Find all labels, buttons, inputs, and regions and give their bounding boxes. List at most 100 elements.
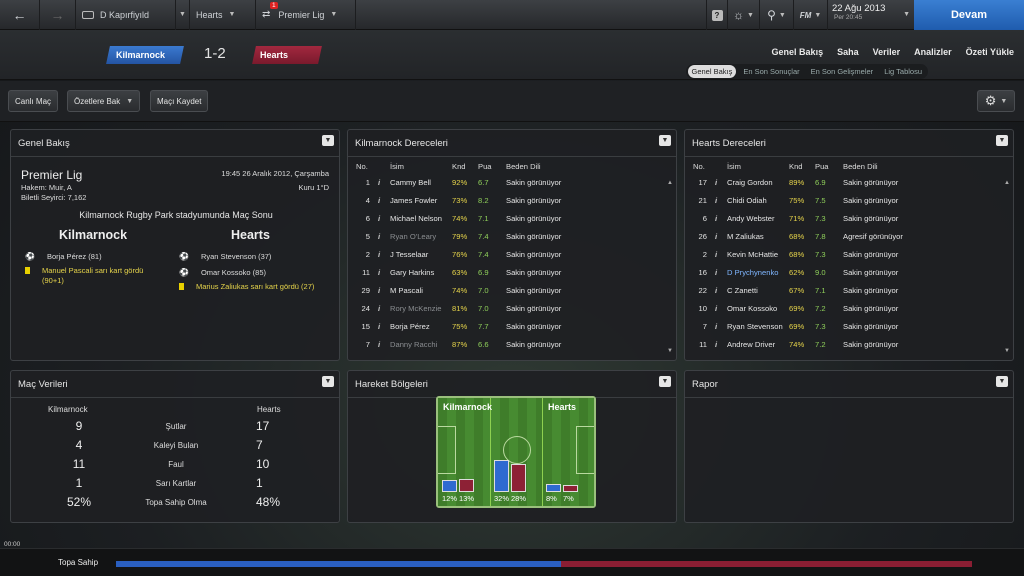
player-name[interactable]: Ryan Stevenson xyxy=(725,317,787,335)
info-icon[interactable]: i xyxy=(713,299,725,317)
player-name[interactable]: J Tesselaar xyxy=(388,245,450,263)
nav-pitch[interactable]: Saha xyxy=(837,47,859,57)
panel-menu-button[interactable]: ▼ xyxy=(322,135,334,146)
table-row[interactable]: 5 i Ryan O'Leary 79% 7.4 Sakin görünüyor xyxy=(354,227,604,245)
team-dropdown[interactable]: ▼ xyxy=(176,0,190,30)
info-icon[interactable]: i xyxy=(376,281,388,299)
scrollbar[interactable]: ▲ ▼ xyxy=(1004,180,1010,360)
player-name[interactable]: M Zaliukas xyxy=(725,227,787,245)
table-row[interactable]: 11 i Andrew Driver 74% 7.2 Sakin görünüyor xyxy=(691,335,941,353)
table-row[interactable]: 22 i C Zanetti 67% 7.1 Sakin görünüyor xyxy=(691,281,941,299)
table-row[interactable]: 10 i Omar Kossoko 69% 7.2 Sakin görünüyor xyxy=(691,299,941,317)
help-button[interactable]: ? xyxy=(706,0,728,30)
panel-menu-button[interactable]: ▼ xyxy=(322,376,334,387)
subtab-latest-news[interactable]: En Son Gelişmeler xyxy=(807,65,878,78)
player-name[interactable]: Ryan O'Leary xyxy=(388,227,450,245)
player-name[interactable]: Gary Harkins xyxy=(388,263,450,281)
subtab-latest-results[interactable]: En Son Sonuçlar xyxy=(739,65,803,78)
col-name[interactable]: İsim xyxy=(388,160,450,173)
player-name[interactable]: Kevin McHattie xyxy=(725,245,787,263)
league-menu[interactable]: ⇄ 1 Premier Lig ▼ xyxy=(256,0,356,30)
search-button[interactable]: ⚲ ▼ xyxy=(760,0,794,30)
nav-upload-highlights[interactable]: Özeti Yükle xyxy=(966,47,1014,57)
player-name[interactable]: Craig Gordon xyxy=(725,173,787,191)
subtab-overview[interactable]: Genel Bakış xyxy=(687,65,737,78)
player-name[interactable]: Rory McKenzie xyxy=(388,299,450,317)
save-match-button[interactable]: Maçı Kaydet xyxy=(150,90,209,112)
panel-menu-button[interactable]: ▼ xyxy=(659,135,671,146)
info-icon[interactable]: i xyxy=(376,263,388,281)
table-row[interactable]: 6 i Andy Webster 71% 7.3 Sakin görünüyor xyxy=(691,209,941,227)
date-display[interactable]: 22 Ağu 2013 Per 20:45 xyxy=(832,3,912,21)
col-rating[interactable]: Pua xyxy=(813,160,841,173)
info-icon[interactable]: i xyxy=(713,245,725,263)
table-row[interactable]: 6 i Michael Nelson 74% 7.1 Sakin görünüyor xyxy=(354,209,604,227)
panel-menu-button[interactable]: ▼ xyxy=(996,376,1008,387)
table-row[interactable]: 15 i Borja Pérez 75% 7.7 Sakin görünüyor xyxy=(354,317,604,335)
table-row[interactable]: 2 i Kevin McHattie 68% 7.3 Sakin görünüyor xyxy=(691,245,941,263)
player-name[interactable]: Andrew Driver xyxy=(725,335,787,353)
table-row[interactable]: 17 i Craig Gordon 89% 6.9 Sakin görünüyor xyxy=(691,173,941,191)
settings-button[interactable]: ⚙ ▼ xyxy=(977,90,1015,112)
info-icon[interactable]: i xyxy=(376,173,388,191)
table-row[interactable]: 26 i M Zaliukas 68% 7.8 Agresif görünüyor xyxy=(691,227,941,245)
table-row[interactable]: 24 i Rory McKenzie 81% 7.0 Sakin görünüyor xyxy=(354,299,604,317)
col-name[interactable]: İsim xyxy=(725,160,787,173)
info-icon[interactable]: i xyxy=(713,263,725,281)
col-no[interactable]: No. xyxy=(691,160,713,173)
globe-button[interactable]: ☼ ▼ xyxy=(728,0,760,30)
player-name[interactable]: Danny Racchi xyxy=(388,335,450,353)
subtab-league-table[interactable]: Lig Tablosu xyxy=(880,65,926,78)
view-highlights-button[interactable]: Özetlere Bak ▼ xyxy=(67,90,141,112)
col-rating[interactable]: Pua xyxy=(476,160,504,173)
forward-button[interactable]: → xyxy=(40,0,76,30)
info-icon[interactable]: i xyxy=(376,245,388,263)
table-row[interactable]: 7 i Ryan Stevenson 69% 7.3 Sakin görünüyor xyxy=(691,317,941,335)
player-name[interactable]: Chidi Odiah xyxy=(725,191,787,209)
panel-menu-button[interactable]: ▼ xyxy=(659,376,671,387)
fm-menu-button[interactable]: FM ▼ xyxy=(794,0,828,30)
table-row[interactable]: 16 i D Prychynenko 62% 9.0 Sakin görünüyor xyxy=(691,263,941,281)
home-team-badge[interactable]: Kilmarnock xyxy=(106,46,184,64)
info-icon[interactable]: i xyxy=(713,191,725,209)
col-condition[interactable]: Knd xyxy=(450,160,476,173)
player-name[interactable]: Cammy Bell xyxy=(388,173,450,191)
info-icon[interactable]: i xyxy=(376,299,388,317)
player-name[interactable]: D Prychynenko xyxy=(725,263,787,281)
info-icon[interactable]: i xyxy=(713,317,725,335)
info-icon[interactable]: i xyxy=(376,227,388,245)
info-icon[interactable]: i xyxy=(713,173,725,191)
competition-menu[interactable]: Hearts ▼ xyxy=(190,0,256,30)
table-row[interactable]: 11 i Gary Harkins 63% 6.9 Sakin görünüyor xyxy=(354,263,604,281)
info-icon[interactable]: i xyxy=(713,335,725,353)
info-icon[interactable]: i xyxy=(376,335,388,353)
nav-stats[interactable]: Veriler xyxy=(873,47,901,57)
panel-menu-button[interactable]: ▼ xyxy=(996,135,1008,146)
info-icon[interactable]: i xyxy=(713,281,725,299)
nav-analysis[interactable]: Analizler xyxy=(914,47,952,57)
player-name[interactable]: Borja Pérez xyxy=(388,317,450,335)
col-no[interactable]: No. xyxy=(354,160,376,173)
continue-button[interactable]: Devam xyxy=(914,0,1024,30)
player-name[interactable]: M Pascali xyxy=(388,281,450,299)
player-name[interactable]: C Zanetti xyxy=(725,281,787,299)
info-icon[interactable]: i xyxy=(376,317,388,335)
player-name[interactable]: Omar Kossoko xyxy=(725,299,787,317)
table-row[interactable]: 21 i Chidi Odiah 75% 7.5 Sakin görünüyor xyxy=(691,191,941,209)
chevron-down-icon[interactable]: ▼ xyxy=(903,11,910,18)
info-icon[interactable]: i xyxy=(713,227,725,245)
table-row[interactable]: 4 i James Fowler 73% 8.2 Sakin görünüyor xyxy=(354,191,604,209)
col-condition[interactable]: Knd xyxy=(787,160,813,173)
scrollbar[interactable]: ▲ ▼ xyxy=(667,180,673,360)
live-match-button[interactable]: Canlı Maç xyxy=(8,90,59,112)
player-name[interactable]: James Fowler xyxy=(388,191,450,209)
col-body-language[interactable]: Beden Dili xyxy=(504,160,604,173)
info-icon[interactable]: i xyxy=(376,209,388,227)
player-name[interactable]: Michael Nelson xyxy=(388,209,450,227)
table-row[interactable]: 29 i M Pascali 74% 7.0 Sakin görünüyor xyxy=(354,281,604,299)
player-name[interactable]: Andy Webster xyxy=(725,209,787,227)
nav-overview[interactable]: Genel Bakış xyxy=(772,47,824,57)
col-body-language[interactable]: Beden Dili xyxy=(841,160,941,173)
away-team-badge[interactable]: Hearts xyxy=(252,46,322,64)
team-menu[interactable]: D Kapırfiyıld xyxy=(76,0,176,30)
